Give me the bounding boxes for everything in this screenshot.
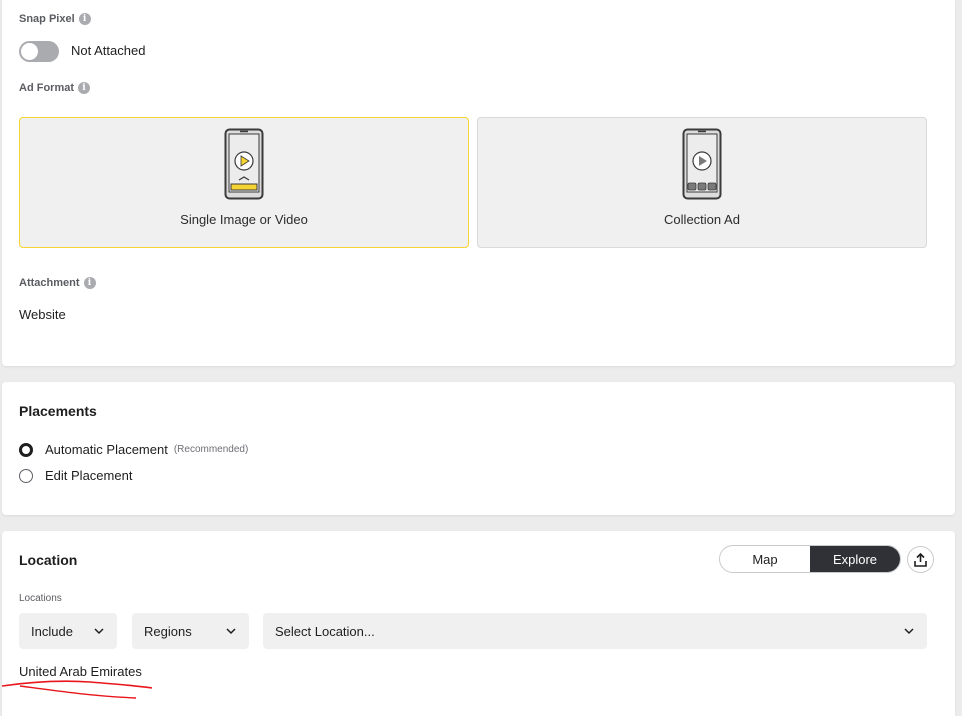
attachment-value: Website [19, 307, 66, 322]
edit-placement-label: Edit Placement [45, 468, 133, 483]
map-explore-toggle: Map Explore [719, 545, 901, 573]
automatic-placement-option[interactable]: Automatic Placement (Recommended) [19, 442, 248, 457]
ad-format-label: Ad Format i [19, 82, 90, 94]
delivery-card: Snap Pixel i Not Attached Ad Format i Si… [2, 0, 955, 366]
info-icon[interactable]: i [83, 277, 96, 289]
upload-button[interactable] [907, 546, 934, 573]
snap-pixel-label: Snap Pixel i [19, 13, 91, 25]
edit-placement-option[interactable]: Edit Placement [19, 468, 132, 483]
snap-pixel-label-text: Snap Pixel [19, 13, 75, 25]
info-icon[interactable]: i [78, 13, 91, 25]
region-type-select[interactable]: Regions [132, 613, 249, 649]
placements-card: Placements Automatic Placement (Recommen… [2, 382, 955, 515]
include-select-value: Include [31, 623, 73, 639]
red-underline-annotation [1, 680, 153, 699]
ad-format-option-label: Collection Ad [664, 212, 740, 227]
include-select[interactable]: Include [19, 613, 117, 649]
ad-format-single-image-video[interactable]: Single Image or Video [19, 117, 469, 248]
phone-video-icon [224, 128, 264, 200]
ad-format-label-text: Ad Format [19, 82, 74, 94]
locations-label: Locations [19, 593, 62, 604]
select-location-input[interactable]: Select Location... [263, 613, 927, 649]
placements-title: Placements [19, 403, 97, 419]
recommended-note: (Recommended) [173, 444, 249, 455]
map-tab[interactable]: Map [720, 546, 810, 572]
snap-pixel-status: Not Attached [71, 43, 146, 58]
snap-pixel-toggle[interactable] [19, 41, 59, 62]
ad-format-option-label: Single Image or Video [180, 212, 308, 227]
phone-collection-icon [682, 128, 722, 200]
chevron-down-icon [904, 628, 914, 635]
info-icon[interactable]: i [78, 82, 90, 94]
toggle-knob [21, 43, 38, 60]
location-title: Location [19, 552, 78, 568]
ad-format-collection-ad[interactable]: Collection Ad [477, 117, 927, 248]
radio-unchecked-icon[interactable] [19, 468, 33, 483]
chevron-down-icon [226, 628, 236, 635]
attachment-label-text: Attachment [19, 277, 80, 289]
select-location-placeholder: Select Location... [275, 623, 375, 639]
explore-tab[interactable]: Explore [810, 546, 900, 572]
chevron-down-icon [94, 628, 104, 635]
automatic-placement-label: Automatic Placement [45, 442, 168, 457]
attachment-label: Attachment i [19, 277, 96, 289]
radio-checked-icon[interactable] [19, 442, 33, 457]
upload-icon [914, 552, 927, 567]
region-type-select-value: Regions [144, 623, 192, 639]
